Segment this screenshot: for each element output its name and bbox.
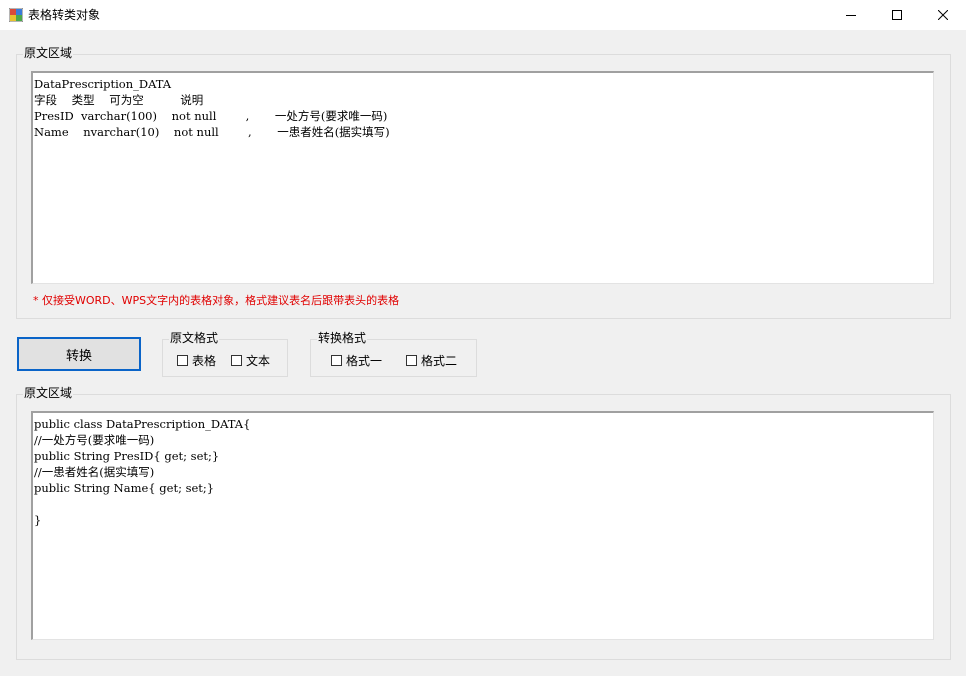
minimize-icon: [846, 15, 856, 16]
app-icon: [9, 8, 23, 22]
source-hint-note: * 仅接受WORD、WPS文字内的表格对象，格式建议表名后跟带表头的表格: [33, 294, 400, 307]
window-title: 表格转类对象: [28, 8, 101, 22]
source-format-table-checkbox[interactable]: 表格: [177, 352, 216, 369]
minimize-button[interactable]: [828, 0, 874, 30]
checkbox-box: [177, 355, 188, 366]
target-format-label: 转换格式: [317, 331, 368, 345]
checkbox-label: 表格: [192, 354, 217, 368]
target-format-one-checkbox[interactable]: 格式一: [331, 352, 382, 369]
convert-button-label: 转换: [65, 348, 92, 364]
output-area-label: 原文区域: [23, 386, 74, 400]
source-format-text-checkbox[interactable]: 文本: [231, 352, 270, 369]
checkbox-box: [406, 355, 417, 366]
source-area-label: 原文区域: [23, 46, 74, 60]
convert-button[interactable]: 转换: [17, 337, 141, 371]
source-text-area[interactable]: DataPrescription_DATA 字段 类型 可为空 说明 PresI…: [31, 71, 934, 284]
checkbox-label: 文本: [246, 354, 271, 368]
source-format-label: 原文格式: [169, 331, 220, 345]
close-button[interactable]: [920, 0, 966, 30]
target-format-two-checkbox[interactable]: 格式二: [406, 352, 457, 369]
source-text-content: DataPrescription_DATA 字段 类型 可为空 说明 PresI…: [34, 77, 390, 139]
checkbox-box: [331, 355, 342, 366]
output-text-area[interactable]: public class DataPrescription_DATA{ //一处…: [31, 411, 934, 640]
maximize-icon: [892, 10, 902, 20]
title-bar: 表格转类对象: [0, 0, 966, 30]
checkbox-label: 格式一: [346, 354, 383, 368]
checkbox-label: 格式二: [421, 354, 458, 368]
maximize-button[interactable]: [874, 0, 920, 30]
output-text-content: public class DataPrescription_DATA{ //一处…: [34, 417, 251, 527]
close-icon: [938, 10, 948, 20]
checkbox-box: [231, 355, 242, 366]
